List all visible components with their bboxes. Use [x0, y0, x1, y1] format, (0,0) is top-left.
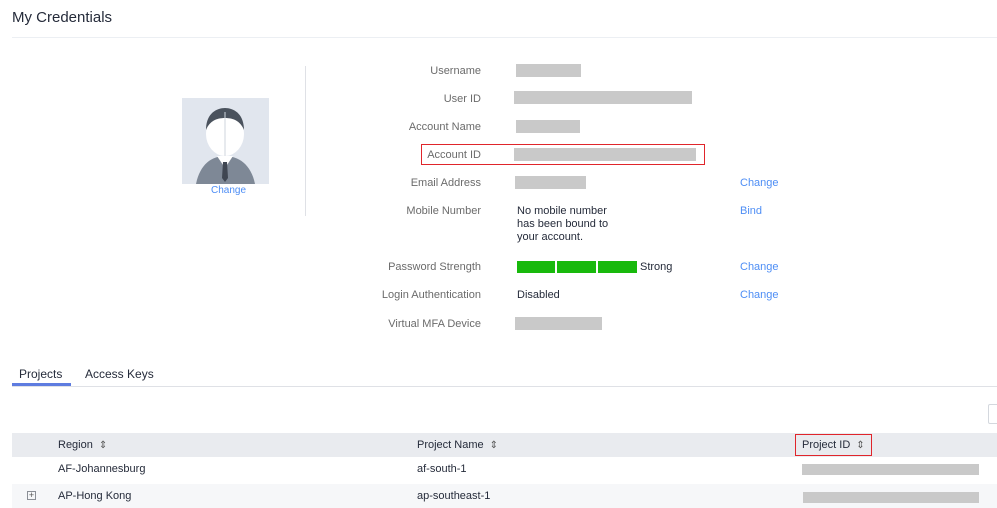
tab-access-keys[interactable]: Access Keys — [85, 367, 154, 381]
project-id-highlight — [795, 434, 872, 456]
tabs-divider — [12, 386, 997, 387]
strength-segment — [557, 261, 596, 273]
mobile-label: Mobile Number — [406, 205, 481, 217]
account-id-value-redacted — [514, 148, 696, 161]
column-header-region[interactable]: Region ⇕ — [58, 439, 107, 451]
mfa-label: Virtual MFA Device — [388, 318, 481, 330]
column-header-label: Project Name — [417, 439, 484, 451]
mfa-value-redacted — [515, 317, 602, 330]
strength-segment — [598, 261, 637, 273]
account-name-label: Account Name — [408, 121, 481, 133]
account-id-label: Account ID — [427, 149, 481, 161]
strength-segment — [517, 261, 555, 273]
project-id-cell-redacted — [802, 464, 979, 475]
username-label: Username — [430, 65, 481, 77]
change-email-link[interactable]: Change — [740, 177, 779, 189]
mobile-value-line: No mobile number — [517, 205, 607, 217]
mobile-value-line: your account. — [517, 231, 584, 243]
bind-mobile-link[interactable]: Bind — [740, 205, 762, 217]
page-title: My Credentials — [12, 9, 113, 26]
mobile-value-line: has been bound to — [517, 218, 609, 230]
project-id-cell-redacted — [803, 492, 979, 503]
user-avatar-icon — [182, 98, 269, 184]
change-avatar-link[interactable]: Change — [206, 185, 251, 196]
account-name-value-redacted — [516, 120, 580, 133]
password-strength-label: Password Strength — [388, 261, 481, 273]
region-cell: AF-Johannesburg — [58, 463, 146, 475]
project-name-cell: af-south-1 — [417, 463, 467, 475]
region-cell: AP-Hong Kong — [58, 490, 132, 502]
user-id-value-redacted — [514, 91, 692, 104]
column-header-project-name[interactable]: Project Name ⇕ — [417, 439, 498, 451]
column-header-label: Region — [58, 439, 93, 451]
login-auth-value: Disabled — [517, 289, 560, 301]
login-auth-label: Login Authentication — [381, 289, 481, 301]
project-name-cell: ap-southeast-1 — [417, 490, 491, 502]
change-login-auth-link[interactable]: Change — [740, 289, 779, 301]
username-value-redacted — [516, 64, 581, 77]
sort-icon[interactable]: ⇕ — [490, 440, 498, 451]
password-strength-meter — [517, 261, 637, 273]
active-tab-indicator — [12, 383, 71, 386]
tab-projects[interactable]: Projects — [19, 367, 62, 381]
user-id-label: User ID — [443, 93, 481, 105]
mobile-value: No mobile number has been bound to your … — [517, 205, 608, 244]
sort-icon[interactable]: ⇕ — [99, 440, 107, 451]
avatar — [182, 98, 269, 184]
vertical-divider — [305, 66, 306, 216]
email-value-redacted — [515, 176, 586, 189]
password-strength-value: Strong — [640, 261, 673, 273]
email-label: Email Address — [410, 177, 481, 189]
table-toolbar-button[interactable] — [988, 404, 997, 424]
expand-row-icon[interactable]: + — [27, 491, 36, 500]
header-divider — [12, 37, 997, 38]
change-password-link[interactable]: Change — [740, 261, 779, 273]
